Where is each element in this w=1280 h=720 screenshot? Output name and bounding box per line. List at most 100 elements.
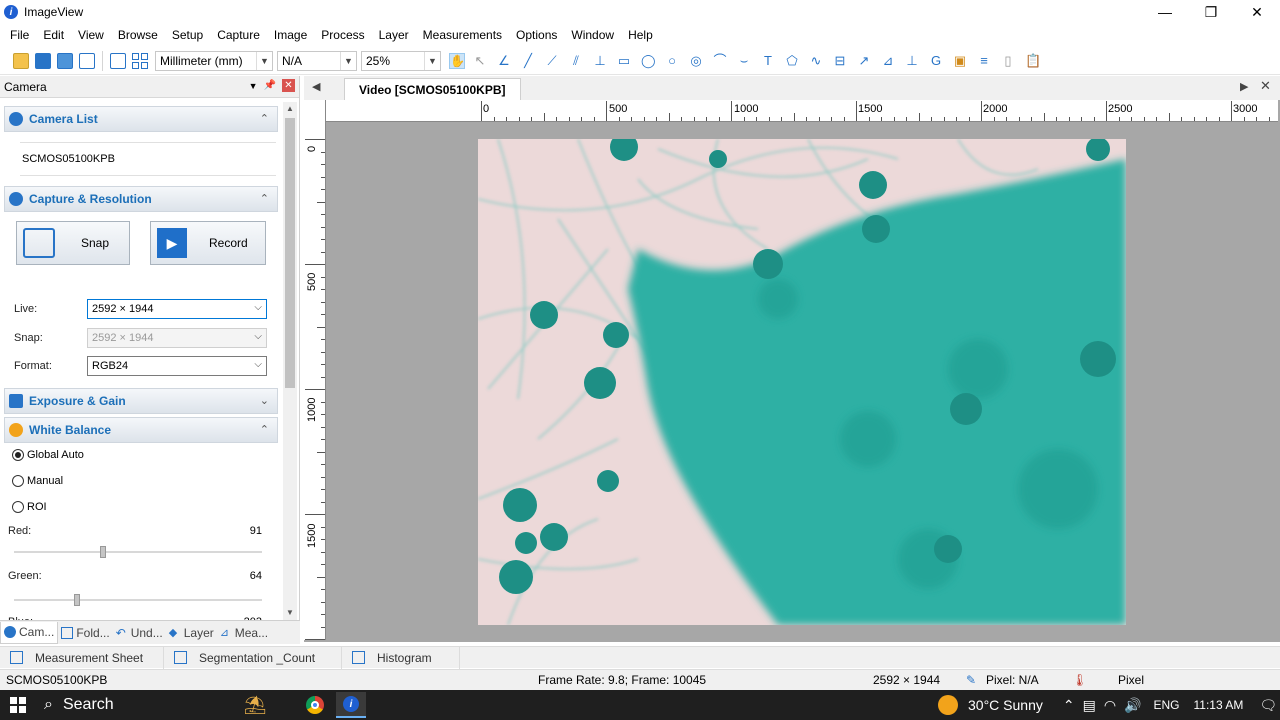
tab-close-icon[interactable]: ✕: [1260, 78, 1271, 94]
grid-view-icon[interactable]: [132, 52, 148, 69]
start-button[interactable]: [0, 690, 36, 720]
tab-segmentation-count[interactable]: Segmentation _Count: [164, 646, 342, 669]
language-indicator[interactable]: ENG: [1154, 698, 1180, 712]
select-arrow-icon[interactable]: ↖: [473, 53, 487, 68]
panel-close-icon[interactable]: ✕: [282, 79, 295, 92]
menu-image[interactable]: Image: [274, 28, 307, 42]
scroll-down-icon[interactable]: ▼: [283, 606, 297, 620]
tab-measurement[interactable]: ⊿ Mea...: [217, 622, 271, 644]
tab-histogram[interactable]: Histogram: [342, 646, 460, 669]
settings-icon[interactable]: G: [929, 53, 943, 68]
tab-camera[interactable]: Cam...: [0, 621, 59, 644]
wifi-icon[interactable]: ◠: [1104, 697, 1116, 714]
live-resolution-select[interactable]: 2592 × 1944 ⌵: [87, 299, 267, 319]
angle-tool-icon[interactable]: ∠: [497, 53, 511, 68]
text-tool-icon[interactable]: T: [761, 53, 775, 68]
tab-video[interactable]: Video [SCMOS05100KPB]: [344, 78, 521, 100]
menu-view[interactable]: View: [78, 28, 104, 42]
green-slider[interactable]: [14, 594, 262, 606]
close-button[interactable]: ✕: [1234, 0, 1280, 24]
format-select[interactable]: RGB24 ⌵: [87, 356, 267, 376]
tab-scroll-left-icon[interactable]: ◀: [312, 80, 320, 93]
polyline-tool-icon[interactable]: ∿: [809, 53, 823, 68]
menu-window[interactable]: Window: [571, 28, 614, 42]
open-folder-icon[interactable]: [13, 52, 29, 69]
panel-scrollbar[interactable]: ▲ ▼: [283, 102, 297, 620]
rectangle-tool-icon[interactable]: ▭: [617, 53, 631, 68]
menu-capture[interactable]: Capture: [217, 28, 260, 42]
restore-button[interactable]: ❐: [1188, 0, 1234, 24]
wb-manual-radio[interactable]: Manual: [12, 475, 63, 487]
ruler-tool-icon[interactable]: ⊥: [905, 53, 919, 68]
expand-chevron-icon[interactable]: ⌄: [260, 394, 269, 407]
annulus-tool-icon[interactable]: ◎: [689, 53, 703, 68]
arrow-tool-icon[interactable]: ↗: [857, 53, 871, 68]
scrollbar-thumb[interactable]: [285, 118, 295, 388]
vertical-line-icon[interactable]: ⊥: [593, 53, 607, 68]
scroll-up-icon[interactable]: ▲: [283, 102, 297, 116]
scale-bar-icon[interactable]: ⊟: [833, 53, 847, 68]
clock[interactable]: 11:13 AM: [1194, 698, 1244, 712]
record-button[interactable]: ▶ Record: [150, 221, 266, 265]
microscope-live-image[interactable]: [478, 139, 1126, 625]
capture-resolution-header[interactable]: Capture & Resolution ⌃: [4, 186, 278, 212]
volume-icon[interactable]: 🔊: [1124, 697, 1141, 714]
network-icon[interactable]: ▤: [1083, 697, 1096, 714]
camera-capture-icon[interactable]: [79, 52, 95, 69]
collapse-chevron-icon[interactable]: ⌃: [260, 192, 269, 205]
notification-icon[interactable]: 🗨: [1259, 697, 1277, 714]
tray-overflow-icon[interactable]: ⌃: [1063, 697, 1075, 714]
chrome-icon[interactable]: [300, 692, 330, 718]
snap-button[interactable]: Snap: [16, 221, 130, 265]
save-icon[interactable]: [35, 52, 51, 69]
calibration-icon[interactable]: ⊿: [881, 53, 895, 68]
collapse-chevron-icon[interactable]: ⌃: [260, 423, 269, 436]
menu-measurements[interactable]: Measurements: [423, 28, 502, 42]
magnification-select[interactable]: N/A ▼: [277, 50, 357, 71]
line-tool-icon[interactable]: ╱: [521, 53, 535, 68]
pan-hand-icon[interactable]: ✋: [449, 52, 465, 69]
taskbar-search[interactable]: ⌕ Search: [44, 690, 114, 720]
weather-text[interactable]: 30°C Sunny: [968, 697, 1043, 713]
parallel-lines-icon[interactable]: ⫽: [569, 53, 583, 68]
browse-folder-icon[interactable]: [110, 52, 126, 69]
exposure-gain-header[interactable]: Exposure & Gain ⌄: [4, 388, 278, 414]
pin-icon[interactable]: 📌: [264, 80, 276, 91]
tab-measurement-sheet[interactable]: Measurement Sheet: [0, 646, 164, 669]
wb-global-auto-radio[interactable]: Global Auto: [12, 449, 84, 461]
panel-dropdown-icon[interactable]: ▼: [249, 81, 258, 91]
unit-select[interactable]: Millimeter (mm) ▼: [155, 50, 273, 71]
menu-setup[interactable]: Setup: [172, 28, 203, 42]
ellipse-tool-icon[interactable]: ◯: [641, 53, 656, 68]
arbitrary-line-icon[interactable]: ⟋: [545, 53, 559, 68]
arc-tool-icon[interactable]: ⌒: [713, 53, 727, 68]
collapse-chevron-icon[interactable]: ⌃: [260, 112, 269, 125]
imageview-taskbar-icon[interactable]: i: [336, 692, 366, 718]
menu-process[interactable]: Process: [321, 28, 364, 42]
menu-options[interactable]: Options: [516, 28, 557, 42]
tab-scroll-right-icon[interactable]: ▶: [1240, 80, 1248, 93]
tab-folder[interactable]: Fold...: [58, 622, 112, 644]
delete-icon[interactable]: ▯: [1001, 53, 1015, 68]
menu-file[interactable]: File: [10, 28, 29, 42]
red-slider[interactable]: [14, 546, 262, 558]
save-all-icon[interactable]: [57, 52, 73, 69]
slider-knob[interactable]: [100, 546, 106, 558]
wb-roi-radio[interactable]: ROI: [12, 501, 47, 513]
align-icon[interactable]: ≡: [977, 53, 991, 68]
clipboard-icon[interactable]: 📋: [1025, 53, 1041, 68]
camera-list-item[interactable]: SCMOS05100KPB: [20, 142, 276, 176]
circle-tool-icon[interactable]: ○: [665, 53, 679, 68]
slider-knob[interactable]: [74, 594, 80, 606]
layer-icon[interactable]: ▣: [953, 53, 967, 68]
menu-help[interactable]: Help: [628, 28, 653, 42]
tab-undo[interactable]: ↶ Und...: [113, 622, 166, 644]
white-balance-header[interactable]: White Balance ⌃: [4, 417, 278, 443]
zoom-select[interactable]: 25% ▼: [361, 50, 441, 71]
menu-edit[interactable]: Edit: [43, 28, 64, 42]
curve-tool-icon[interactable]: ⌣: [737, 53, 751, 68]
menu-browse[interactable]: Browse: [118, 28, 158, 42]
minimize-button[interactable]: —: [1142, 0, 1188, 24]
camera-list-header[interactable]: Camera List ⌃: [4, 106, 278, 132]
polygon-tool-icon[interactable]: ⬠: [785, 53, 799, 68]
